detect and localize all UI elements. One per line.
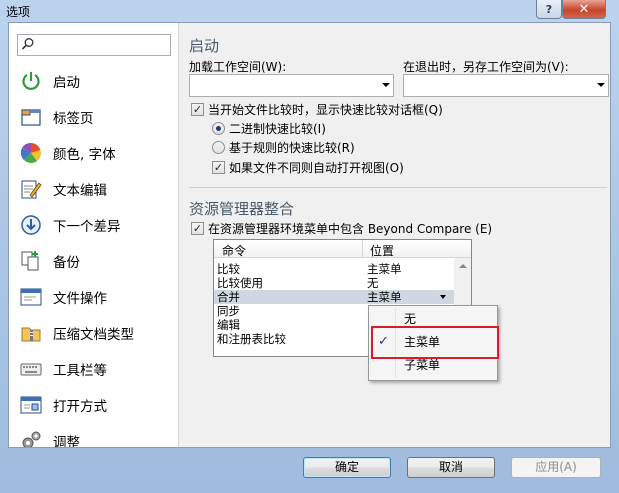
rule-quick-option[interactable]: 基于规则的快速比较(R) (212, 139, 355, 156)
binary-quick-option[interactable]: 二进制快速比较(I) (212, 120, 326, 137)
scroll-up-icon[interactable] (459, 264, 467, 268)
table-row-selected[interactable]: 合并 主菜单 (214, 290, 454, 304)
save-workspace-combo[interactable] (403, 74, 609, 97)
load-workspace-label: 加载工作空间(W): (189, 60, 287, 74)
section-title-startup: 启动 (189, 37, 220, 55)
title-bar: 选项 ? ✕ (0, 0, 619, 22)
show-quick-compare-option[interactable]: ✓ 当开始文件比较时，显示快速比较对话框(Q) (191, 101, 443, 118)
row-command: 编辑 (217, 318, 240, 332)
save-workspace-label: 在退出时，另存工作空间为(V): (403, 60, 569, 74)
highlight-box (371, 326, 499, 359)
tabs-icon (19, 105, 43, 129)
help-button[interactable]: ? (536, 0, 562, 19)
keyboard-icon (19, 357, 43, 381)
next-diff-icon (19, 213, 43, 237)
gear-icon (19, 429, 43, 447)
sidebar-item-archive-types[interactable]: 压缩文档类型 (9, 315, 178, 351)
archive-icon (19, 321, 43, 345)
show-quick-compare-checkbox[interactable]: ✓ (191, 103, 204, 116)
sidebar-item-tweaks[interactable]: 调整 (9, 423, 178, 447)
row-position: 无 (367, 276, 379, 290)
sidebar-item-label: 调整 (53, 435, 80, 447)
sidebar-item-open-with[interactable]: 打开方式 (9, 387, 178, 423)
sidebar-item-label: 打开方式 (53, 399, 107, 415)
sidebar-item-label: 文本编辑 (53, 183, 107, 199)
sidebar-item-file-operations[interactable]: 文件操作 (9, 279, 178, 315)
sidebar-item-label: 文件操作 (53, 291, 107, 307)
sidebar-item-label: 颜色, 字体 (53, 147, 116, 163)
table-header: 命令 位置 (214, 240, 471, 258)
row-command: 合并 (217, 290, 240, 304)
table-row[interactable]: 比较 主菜单 (214, 262, 454, 276)
auto-open-view-option[interactable]: ✓ 如果文件不同则自动打开视图(O) (212, 159, 404, 176)
sidebar-item-next-difference[interactable]: 下一个差异 (9, 207, 178, 243)
column-header-command[interactable]: 命令 (222, 242, 246, 259)
binary-quick-label: 二进制快速比较(I) (229, 122, 326, 136)
sidebar-item-tabs[interactable]: 标签页 (9, 99, 178, 135)
ok-button[interactable]: 确定 (303, 457, 391, 478)
sidebar-item-label: 下一个差异 (53, 219, 121, 235)
palette-icon (19, 141, 43, 165)
close-button[interactable]: ✕ (562, 0, 606, 19)
row-position: 主菜单 (367, 290, 402, 304)
search-icon (21, 37, 35, 54)
apply-button[interactable]: 应用(A) (511, 457, 601, 478)
cancel-button[interactable]: 取消 (407, 457, 495, 478)
section-title-explorer: 资源管理器整合 (189, 200, 295, 218)
settings-panel: 启动 加载工作空间(W): 在退出时，另存工作空间为(V): ✓ 当开始文件比较… (189, 23, 609, 447)
load-workspace-combo[interactable] (189, 74, 394, 97)
options-dialog: 选项 ? ✕ 启动 标签页 颜色, 字体 文本编辑 下一个差异 备份 文件操作 … (0, 0, 619, 493)
open-with-icon (19, 393, 43, 417)
sidebar-item-text-editing[interactable]: 文本编辑 (9, 171, 178, 207)
search-box[interactable] (17, 34, 171, 56)
row-position: 主菜单 (367, 262, 402, 276)
section-divider (189, 187, 607, 188)
sidebar-item-toolbars[interactable]: 工具栏等 (9, 351, 178, 387)
text-edit-icon (19, 177, 43, 201)
chevron-down-icon (382, 83, 390, 87)
sidebar-item-backup[interactable]: 备份 (9, 243, 178, 279)
sidebar: 启动 标签页 颜色, 字体 文本编辑 下一个差异 备份 文件操作 压缩文档类型 … (9, 23, 179, 447)
column-separator[interactable] (362, 240, 363, 258)
dialog-client: 启动 标签页 颜色, 字体 文本编辑 下一个差异 备份 文件操作 压缩文档类型 … (8, 22, 611, 478)
include-in-menu-option[interactable]: ✓ 在资源管理器环境菜单中包含 Beyond Compare (E) (191, 220, 492, 237)
table-row[interactable]: 比较使用 无 (214, 276, 454, 290)
sidebar-item-label: 工具栏等 (53, 363, 107, 379)
sidebar-item-label: 备份 (53, 255, 80, 271)
backup-icon (19, 249, 43, 273)
row-command: 同步 (217, 304, 240, 318)
row-command: 和注册表比较 (217, 332, 286, 346)
search-input[interactable] (38, 37, 166, 53)
sidebar-item-label: 标签页 (53, 111, 94, 127)
auto-open-view-checkbox[interactable]: ✓ (212, 161, 225, 174)
binary-quick-radio[interactable] (212, 122, 225, 135)
rule-quick-label: 基于规则的快速比较(R) (229, 141, 355, 155)
sidebar-item-label: 启动 (53, 75, 80, 91)
window-title: 选项 (6, 5, 31, 19)
sidebar-nav: 启动 标签页 颜色, 字体 文本编辑 下一个差异 备份 文件操作 压缩文档类型 … (9, 63, 178, 447)
file-ops-icon (19, 285, 43, 309)
auto-open-view-label: 如果文件不同则自动打开视图(O) (229, 161, 404, 175)
chevron-down-icon (597, 83, 605, 87)
include-in-menu-label: 在资源管理器环境菜单中包含 Beyond Compare (E) (208, 222, 493, 236)
sidebar-item-startup[interactable]: 启动 (9, 63, 178, 99)
chevron-down-icon[interactable] (440, 295, 446, 299)
sidebar-item-colors-fonts[interactable]: 颜色, 字体 (9, 135, 178, 171)
row-command: 比较使用 (217, 276, 263, 290)
show-quick-compare-label: 当开始文件比较时，显示快速比较对话框(Q) (208, 103, 443, 117)
column-header-position[interactable]: 位置 (370, 242, 394, 259)
rule-quick-radio[interactable] (212, 141, 225, 154)
include-in-menu-checkbox[interactable]: ✓ (191, 222, 204, 235)
sidebar-item-label: 压缩文档类型 (53, 327, 134, 343)
power-icon (19, 69, 43, 93)
row-command: 比较 (217, 262, 240, 276)
